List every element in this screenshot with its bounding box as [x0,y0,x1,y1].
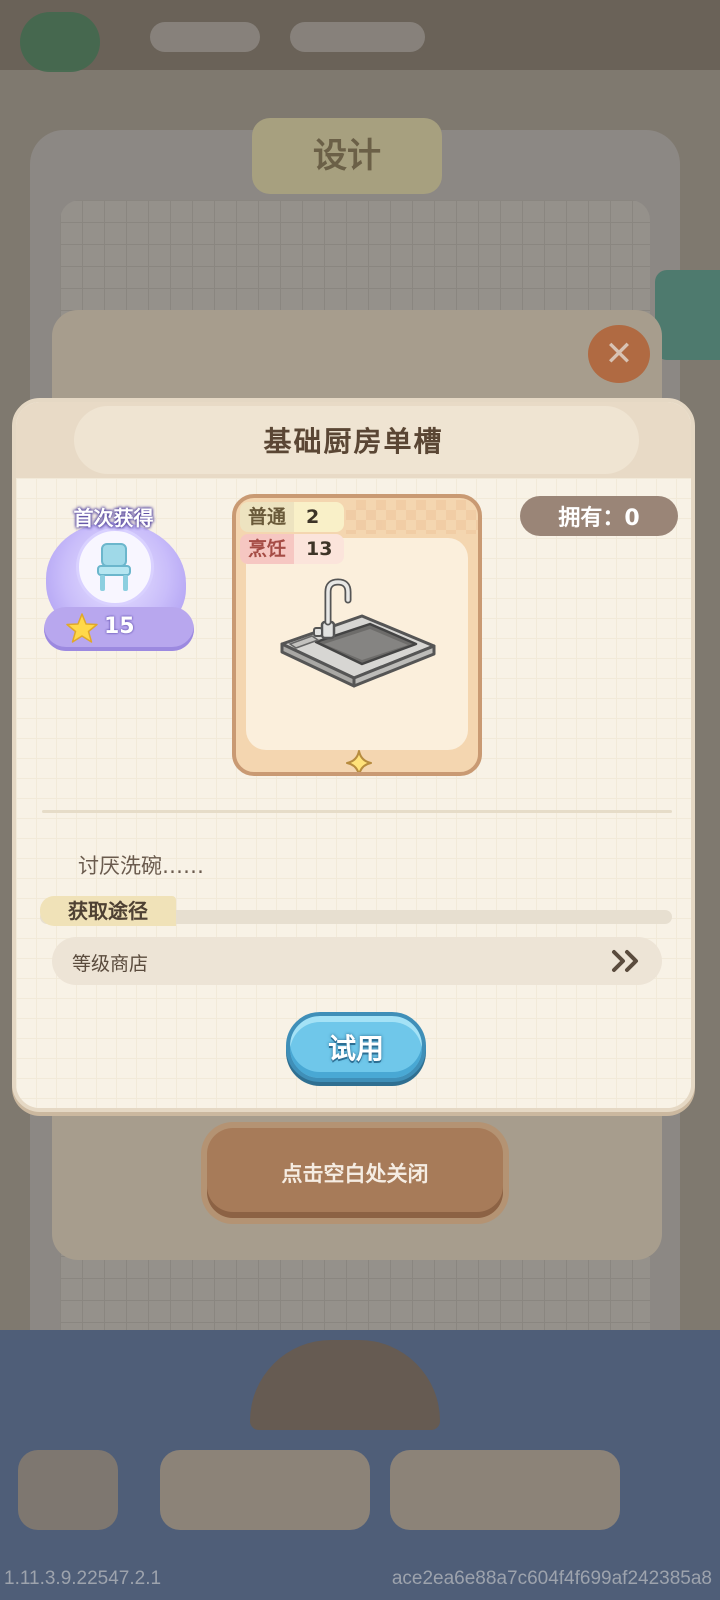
bg-plant-decoration [20,12,100,72]
sink-icon [280,578,436,688]
stat-label: 烹饪 [240,534,295,564]
close-hint-label: 点击空白处关闭 [281,1162,429,1186]
bg-bottom-button [160,1450,370,1530]
double-chevron-right-icon[interactable] [610,949,644,973]
divider [42,810,672,813]
stat-value: 13 [294,534,345,564]
card-pattern [346,500,478,534]
dialog-title: 基础厨房单槽 [263,425,444,458]
bg-side-tab [655,270,720,360]
build-hash-text: ace2ea6e88a7c604f4f699af242385a8 [391,1568,712,1589]
bg-gem-counter [290,22,425,52]
star-icon [66,613,98,643]
first-get-label: 首次获得 [73,506,154,530]
stat-value: 2 [294,502,345,532]
source-section-header: 获取途径 [40,896,672,926]
source-item-label: 等级商店 [72,953,149,975]
item-detail-dialog: 基础厨房单槽 首次获得 15 普通 2 烹饪 13 拥有：0 讨厌洗碗…… 获取… [12,398,695,1112]
bg-bottom-button [18,1450,118,1530]
sparkle-icon [346,750,372,772]
bg-bottom-button [390,1450,620,1530]
item-card: 普通 2 烹饪 13 [232,494,482,776]
try-button[interactable]: 试用 [286,1012,426,1082]
version-text: 1.11.3.9.22547.2.1 [4,1568,162,1589]
chair-icon [97,543,131,591]
bg-design-tab-label: 设计 [313,136,381,176]
source-header-label: 获取途径 [40,896,176,926]
item-description: 讨厌洗碗…… [78,854,204,878]
stat-tag-cooking: 烹饪 13 [240,534,345,564]
owned-count-badge: 拥有：0 [520,496,678,536]
source-item-level-shop[interactable]: 等级商店 [52,937,662,985]
stat-label: 普通 [240,502,295,532]
stat-tag-normal: 普通 2 [240,502,345,532]
bg-design-tab: 设计 [252,118,442,194]
dialog-header: 基础厨房单槽 [16,402,691,478]
first-get-reward-count: 15 [104,614,135,639]
close-icon: ✕ [604,334,634,374]
bg-coin-counter [150,22,260,52]
close-hint-button[interactable]: 点击空白处关闭 [207,1128,503,1218]
bg-close-button: ✕ [588,325,650,383]
try-button-label: 试用 [327,1032,384,1065]
